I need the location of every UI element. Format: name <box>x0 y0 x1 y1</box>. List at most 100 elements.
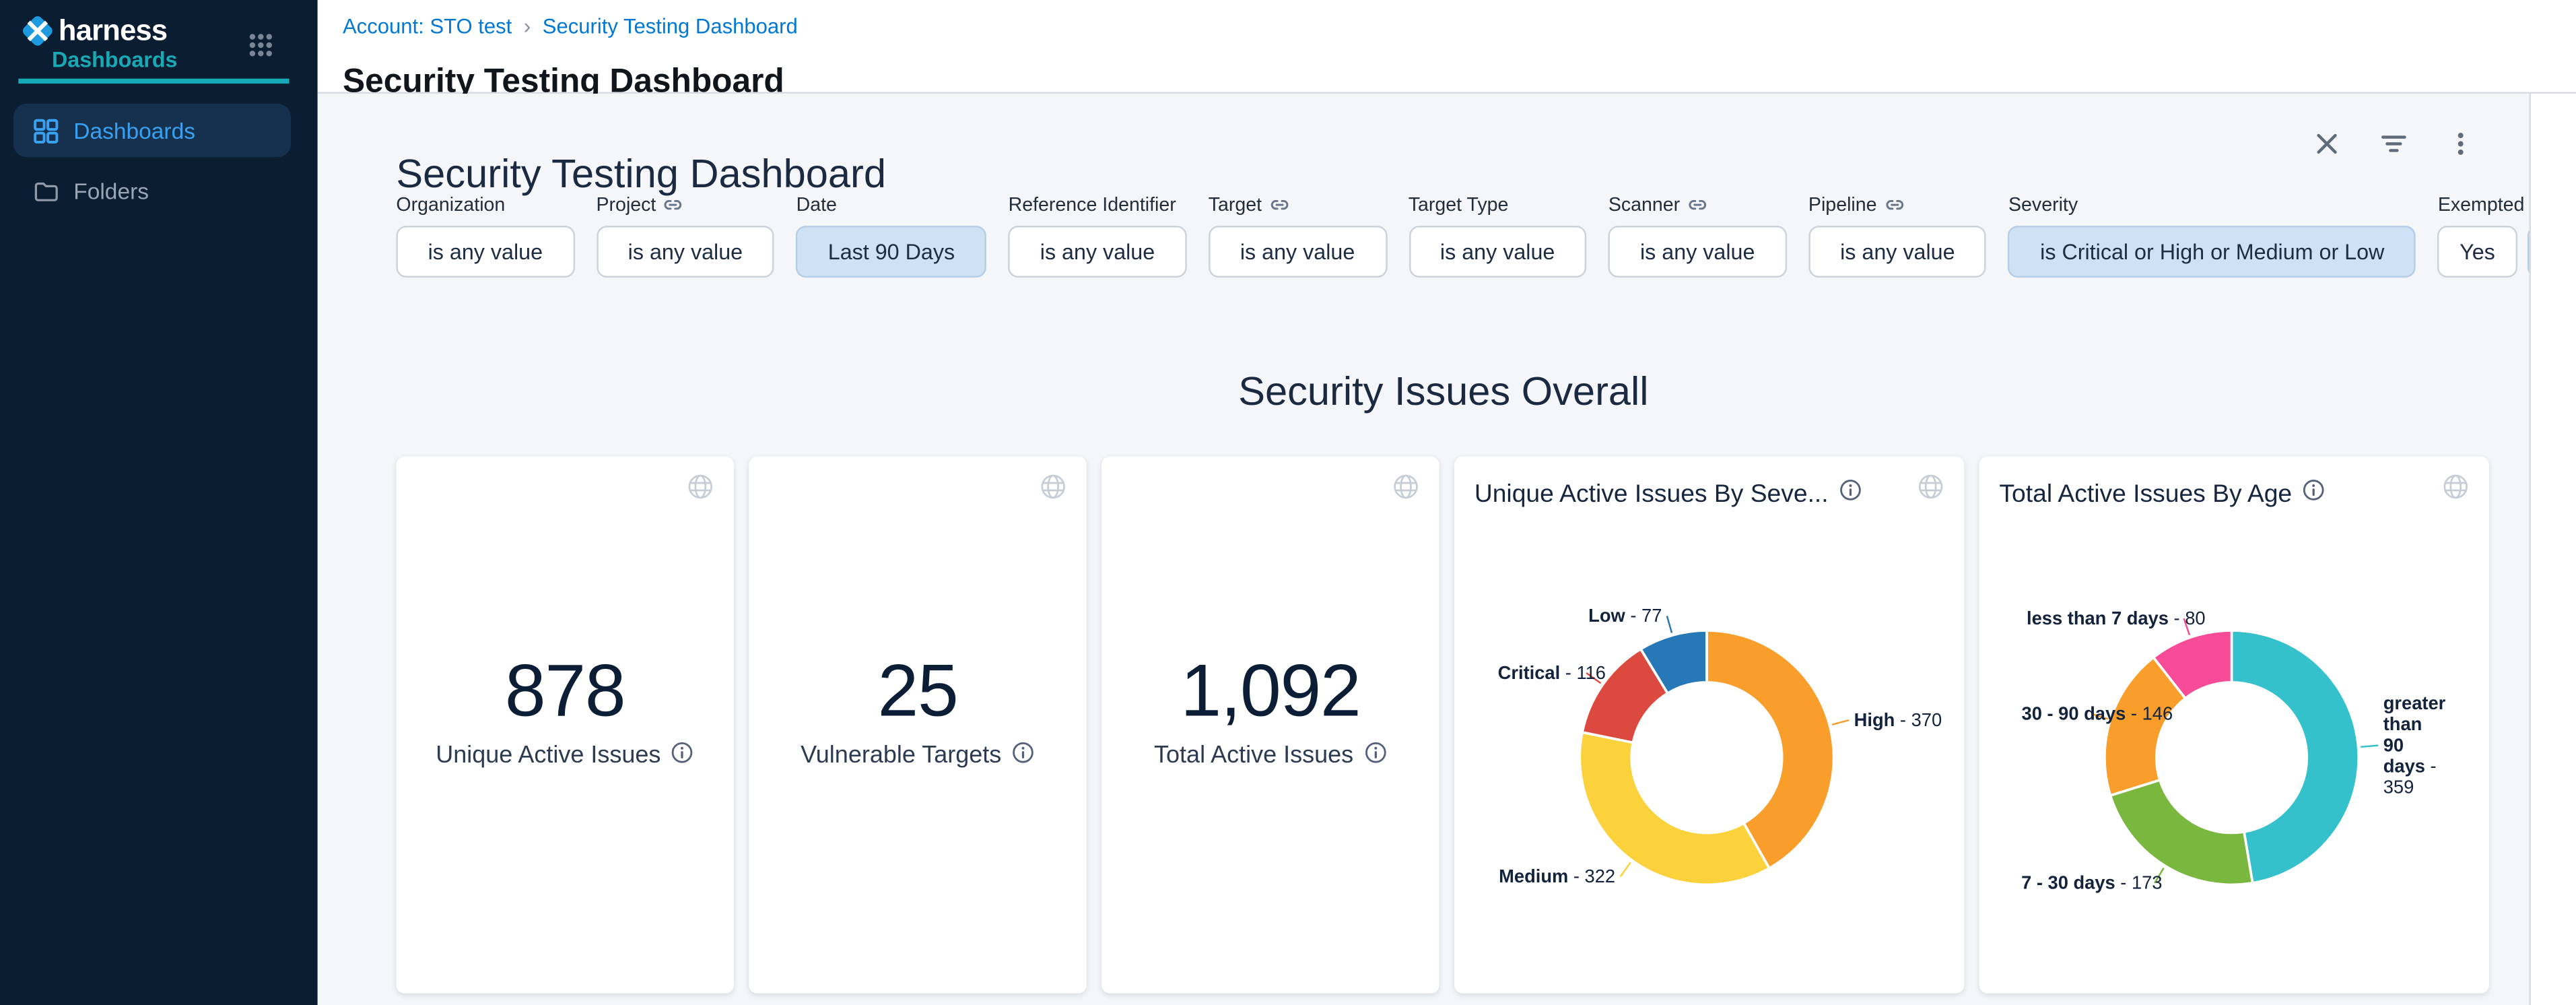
filter-buttons: is any value <box>396 226 574 278</box>
filter-icon[interactable] <box>2381 131 2408 158</box>
top-header: Account: STO test › Security Testing Das… <box>318 0 2576 94</box>
filter-buttons: is any value <box>1409 226 1587 278</box>
app-root: harness Dashboards <box>0 0 2576 1005</box>
tile-vulnerable-targets: 25 Vulnerable Targets <box>749 457 1087 994</box>
donut-chart-age: greaterthan90days -3597 - 30 days - 1733… <box>1979 457 2489 994</box>
globe-icon[interactable] <box>687 474 714 500</box>
metric-value: 25 <box>749 651 1087 734</box>
filter-group-target-type: Target Type is any value <box>1409 193 1587 278</box>
filter-label: Severity <box>2008 193 2416 218</box>
app-grid-icon[interactable] <box>247 32 274 59</box>
label-connector <box>1667 616 1672 633</box>
globe-icon[interactable] <box>1392 474 1419 500</box>
filter-label-text: Pipeline <box>1808 195 1877 215</box>
donut-label: 30 - 90 days - 146 <box>2022 703 2173 723</box>
harness-logo: harness <box>20 13 168 47</box>
module-label: Dashboards <box>52 47 178 72</box>
link-icon <box>1689 195 1707 214</box>
donut-label: 7 - 30 days - 173 <box>2021 872 2162 893</box>
donut-chart-severity: High - 370Medium - 322Critical - 116Low … <box>1454 457 1964 994</box>
sidebar-item-folders[interactable]: Folders <box>13 167 291 214</box>
filter-button-severity[interactable]: is Critical or High or Medium or Low <box>2008 226 2416 278</box>
info-icon[interactable] <box>1011 741 1035 771</box>
filter-buttons: Last 90 Days <box>796 226 987 278</box>
filter-group-date: Date Last 90 Days <box>796 193 987 278</box>
tile-total-active-issues: 1,092 Total Active Issues <box>1101 457 1439 994</box>
donut-label: greater <box>2383 692 2446 713</box>
brand-name: harness <box>59 13 167 48</box>
donut-label: 359 <box>2383 776 2414 797</box>
globe-icon[interactable] <box>1040 474 1066 500</box>
sidebar-item-dashboards[interactable]: Dashboards <box>13 104 291 157</box>
metric-label: Vulnerable Targets <box>749 741 1087 771</box>
filter-label: Organization <box>396 193 574 218</box>
filter-label-text: Organization <box>396 195 505 215</box>
chart-title: Unique Active Issues By Seve... <box>1475 478 1862 509</box>
filter-group-target: Target is any value <box>1209 193 1387 278</box>
filter-label: Pipeline <box>1808 193 1987 218</box>
info-icon[interactable] <box>1839 478 1862 509</box>
breadcrumb-account-link[interactable]: Account: STO test <box>343 14 512 38</box>
donut-slice-7-30-days[interactable] <box>2110 780 2252 884</box>
link-icon <box>1270 195 1288 214</box>
link-icon <box>665 195 683 214</box>
filter-label: Scanner <box>1608 193 1787 218</box>
donut-slice-greater-than-90-days[interactable] <box>2232 630 2359 883</box>
dashboard-toolbar <box>2313 131 2474 158</box>
filter-group-scanner: Scanner is any value <box>1608 193 1787 278</box>
globe-icon[interactable] <box>1918 474 1944 500</box>
filter-group-severity: Severity is Critical or High or Medium or… <box>2008 193 2416 278</box>
filter-button-exempted-yes[interactable]: Yes <box>2438 226 2517 278</box>
filter-button-reference-identifier[interactable]: is any value <box>1009 226 1187 278</box>
metric-label: Unique Active Issues <box>396 741 734 771</box>
kebab-menu-icon[interactable] <box>2447 131 2474 158</box>
filter-button-organization[interactable]: is any value <box>396 226 574 278</box>
close-icon[interactable] <box>2313 131 2340 158</box>
filter-button-target-type[interactable]: is any value <box>1409 226 1587 278</box>
sidebar: harness Dashboards <box>0 0 318 1005</box>
filter-label-text: Target Type <box>1409 195 1509 215</box>
filter-buttons: is any value <box>597 226 775 278</box>
tile-unique-active-issues: 878 Unique Active Issues <box>396 457 734 994</box>
chart-issues-by-age: greaterthan90days -3597 - 30 days - 1733… <box>1979 457 2489 994</box>
dashboards-icon <box>34 118 59 143</box>
donut-label: than <box>2383 713 2422 734</box>
metric-value: 878 <box>396 651 734 734</box>
filter-button-scanner[interactable]: is any value <box>1608 226 1787 278</box>
filter-label: Target Type <box>1409 193 1587 218</box>
metric-value: 1,092 <box>1101 651 1439 734</box>
info-icon[interactable] <box>671 741 694 771</box>
breadcrumb: Account: STO test › Security Testing Das… <box>343 13 798 38</box>
donut-label: days - <box>2383 755 2437 776</box>
filter-button-date[interactable]: Last 90 Days <box>796 226 987 278</box>
filter-label: Project <box>597 193 775 218</box>
filter-buttons: is any value <box>1009 226 1187 278</box>
scroll-gutter[interactable] <box>2529 94 2576 1005</box>
filter-label: Date <box>796 193 987 218</box>
filter-label-text: Reference Identifier <box>1009 195 1176 215</box>
filter-label-text: Scanner <box>1608 195 1680 215</box>
filter-button-project[interactable]: is any value <box>597 226 775 278</box>
label-connector <box>2361 746 2378 747</box>
filter-label-text: Severity <box>2008 195 2078 215</box>
main-area: Account: STO test › Security Testing Das… <box>318 0 2576 1005</box>
label-connector <box>1832 720 1849 725</box>
filter-label: Target <box>1209 193 1387 218</box>
donut-label: Low - 77 <box>1588 605 1662 626</box>
donut-slice-medium[interactable] <box>1580 732 1769 884</box>
filter-label-text: Project <box>597 195 656 215</box>
breadcrumb-page-link[interactable]: Security Testing Dashboard <box>543 14 798 38</box>
globe-icon[interactable] <box>2442 474 2469 500</box>
filter-buttons: is any value <box>1209 226 1387 278</box>
info-icon[interactable] <box>1363 741 1387 771</box>
filter-button-pipeline[interactable]: is any value <box>1808 226 1987 278</box>
section-heading: Security Issues Overall <box>396 370 2490 417</box>
donut-label: less than 7 days - 80 <box>2027 608 2206 628</box>
info-icon[interactable] <box>2302 478 2326 509</box>
filter-label-text: Target <box>1209 195 1262 215</box>
filter-button-target[interactable]: is any value <box>1209 226 1387 278</box>
folder-icon <box>34 178 59 203</box>
donut-label: Critical - 116 <box>1498 662 1606 683</box>
filter-label-text: Date <box>796 195 837 215</box>
module-underline <box>18 79 289 83</box>
